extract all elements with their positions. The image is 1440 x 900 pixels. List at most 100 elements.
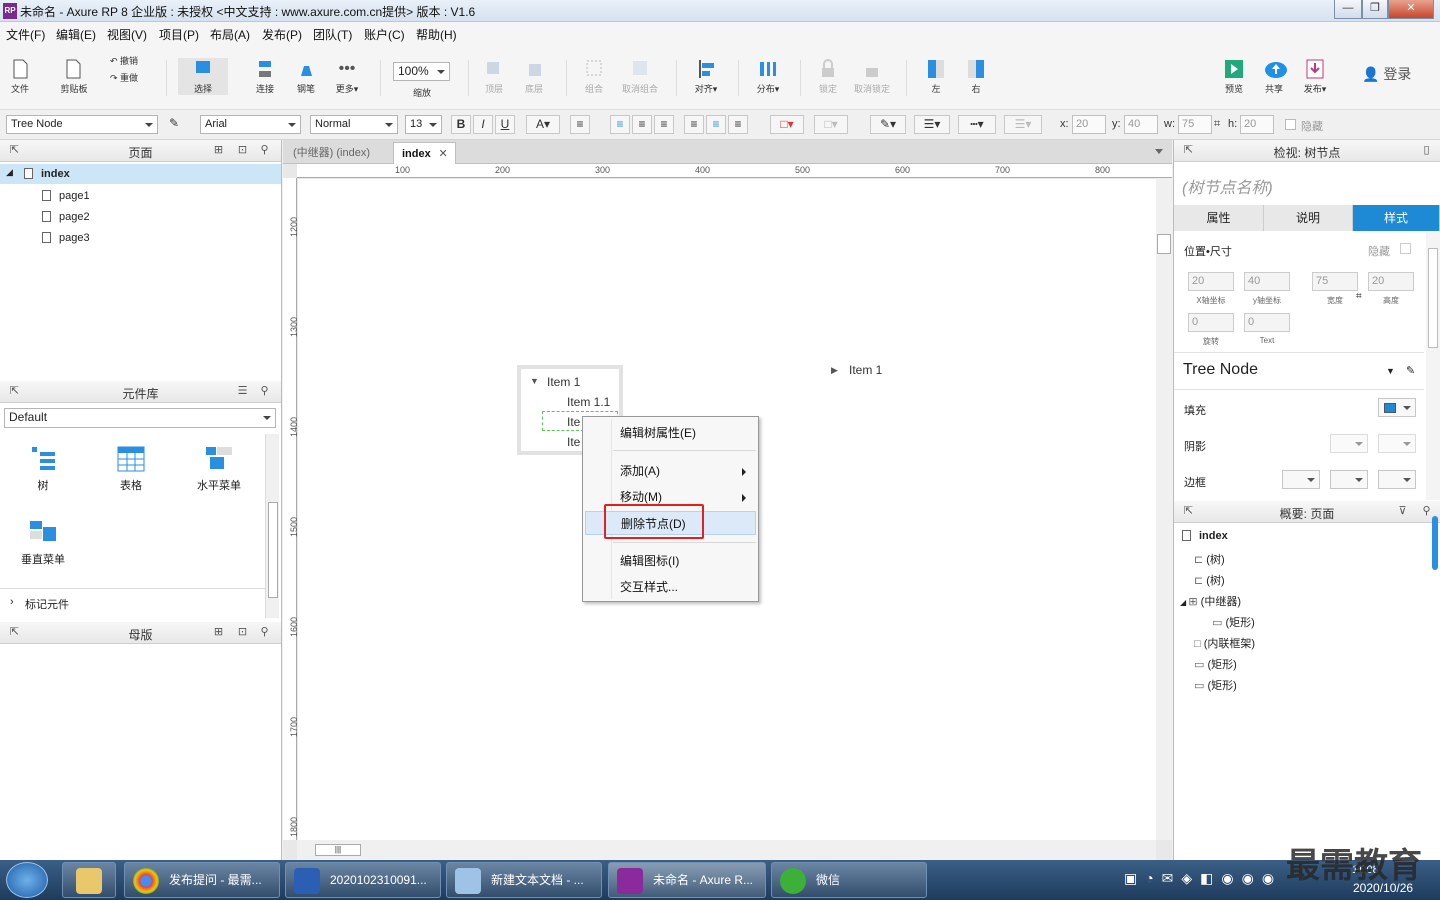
align-left-button[interactable]: ≡ — [610, 115, 630, 134]
tab-repeater[interactable]: (中继器) (index) — [285, 142, 378, 164]
add-master-icon[interactable]: ⊞ — [212, 626, 225, 639]
italic-button[interactable]: I — [473, 115, 493, 134]
canvas-horizontal-scrollbar[interactable]: ||| — [297, 840, 1156, 860]
align-button[interactable]: 对齐▾ — [688, 58, 724, 95]
style-editor-icon[interactable]: ✎ — [164, 115, 184, 134]
line-width-button[interactable]: ☰▾ — [914, 115, 950, 134]
x-input[interactable]: 20 — [1072, 115, 1106, 134]
outline-item[interactable]: ⊏ (树) — [1194, 572, 1225, 588]
style-dropdown-icon[interactable]: ▼ — [1386, 366, 1395, 376]
taskbar-notepad[interactable]: 新建文本文档 - ... — [446, 862, 602, 898]
scrollbar-thumb[interactable] — [268, 502, 278, 598]
line-style-button[interactable]: ┅▾ — [958, 115, 996, 134]
ungroup-button[interactable]: 取消组合 — [616, 58, 664, 95]
page-item-page2[interactable]: page2 — [42, 211, 90, 223]
line-color-button[interactable]: ✎▾ — [870, 115, 906, 134]
menu-interaction-styles[interactable]: 交互样式... — [585, 575, 756, 599]
font-color-button[interactable]: A▾ — [526, 115, 560, 134]
menu-team[interactable]: 团队(T) — [313, 26, 352, 43]
minimize-button[interactable]: — — [1334, 0, 1362, 19]
close-tab-icon[interactable]: ✕ — [439, 143, 448, 165]
tree-node-child[interactable]: Ite — [567, 415, 580, 429]
outline-item[interactable]: ⊏ (树) — [1194, 551, 1225, 567]
expand-arrow-icon[interactable]: ◢ — [6, 167, 13, 178]
valign-middle-button[interactable]: ≡ — [706, 115, 726, 134]
taskbar-wechat[interactable]: 微信 — [771, 862, 927, 898]
add-page-icon[interactable]: ⊞ — [212, 144, 225, 157]
taskbar-word[interactable]: 2020102310091... — [285, 862, 441, 898]
outline-item[interactable]: ▭ (矩形) — [1194, 677, 1237, 693]
tabs-dropdown-icon[interactable] — [1155, 149, 1163, 154]
bold-button[interactable]: B — [451, 115, 471, 134]
h-input[interactable]: 20 — [1368, 272, 1414, 291]
unlock-button[interactable]: 取消锁定 — [852, 58, 892, 95]
outline-item[interactable]: index — [1182, 530, 1228, 542]
expand-arrow-icon[interactable]: ▼ — [530, 376, 539, 386]
library-item-tree[interactable]: 树 — [8, 444, 78, 493]
redo-button[interactable]: ↷ 重做 — [110, 71, 150, 84]
x-input[interactable]: 20 — [1188, 272, 1234, 291]
tab-style[interactable]: 样式 — [1353, 205, 1440, 231]
font-family-select[interactable]: Arial — [200, 115, 301, 134]
system-tray-icons[interactable]: ▣◔✉◈◧◉◉◉ — [1124, 870, 1304, 890]
clipboard-button[interactable]: 剪贴板 — [56, 58, 92, 95]
filter-icon[interactable]: ⊽ — [1396, 505, 1409, 518]
hidden-checkbox[interactable] — [1400, 243, 1411, 254]
y-input[interactable]: 40 — [1124, 115, 1158, 134]
more-button[interactable]: ••• 更多▾ — [330, 58, 364, 95]
right-panel-toggle[interactable]: 右 — [962, 58, 990, 95]
menu-file[interactable]: 文件(F) — [6, 26, 45, 43]
taskbar-chrome[interactable]: 发布提问 - 最需... — [124, 862, 280, 898]
hidden-checkbox[interactable] — [1285, 119, 1296, 130]
add-folder-icon[interactable]: ⊡ — [236, 144, 249, 157]
tab-notes[interactable]: 说明 — [1264, 205, 1353, 231]
search-icon[interactable]: ⚲ — [258, 626, 271, 639]
menu-icon[interactable]: ☰ — [236, 385, 249, 398]
outline-item[interactable]: ▭ (矩形) — [1194, 656, 1237, 672]
lock-button[interactable]: 锁定 — [814, 58, 842, 95]
y-input[interactable]: 40 — [1244, 272, 1290, 291]
library-item-vmenu[interactable]: 垂直菜单 — [8, 518, 78, 567]
inner-shadow-picker[interactable] — [1378, 434, 1416, 453]
add-folder-icon[interactable]: ⊡ — [236, 626, 249, 639]
bullet-list-button[interactable]: ≡ — [570, 115, 590, 134]
taskbar-explorer[interactable] — [62, 862, 116, 898]
fill-color-button[interactable]: □▾ — [770, 115, 804, 134]
align-center-button[interactable]: ≡ — [632, 115, 652, 134]
style-edit-icon[interactable]: ✎ — [1406, 364, 1415, 377]
menu-add[interactable]: 添加(A) — [585, 459, 756, 483]
canvas-vertical-scrollbar[interactable] — [1156, 178, 1172, 840]
outline-item[interactable]: □ (内联框架) — [1194, 635, 1255, 651]
library-scrollbar[interactable] — [265, 434, 279, 618]
valign-bottom-button[interactable]: ≡ — [728, 115, 748, 134]
menu-account[interactable]: 账户(C) — [364, 26, 405, 43]
menu-edit-tree-props[interactable]: 编辑树属性(E) — [585, 421, 756, 445]
start-button[interactable] — [6, 862, 48, 898]
search-icon[interactable]: ⚲ — [258, 385, 271, 398]
node-name-input[interactable]: (树节点名称) — [1182, 174, 1273, 198]
outer-shadow-picker[interactable] — [1330, 434, 1368, 453]
undo-button[interactable]: ↶ 撤销 — [110, 54, 150, 67]
pen-button[interactable]: 钢笔 — [292, 58, 320, 95]
menu-edit[interactable]: 编辑(E) — [56, 26, 96, 43]
rotate-input[interactable]: 0 — [1188, 313, 1234, 332]
outline-item[interactable]: ▭ (矩形) — [1212, 614, 1255, 630]
menu-publish[interactable]: 发布(P) — [262, 26, 302, 43]
scrollbar-thumb[interactable] — [1157, 234, 1171, 254]
tab-properties[interactable]: 属性 — [1174, 205, 1264, 231]
left-panel-toggle[interactable]: 左 — [922, 58, 950, 95]
menu-edit-icon[interactable]: 编辑图标(I) — [585, 549, 756, 573]
aspect-lock-icon[interactable]: ⌗ — [1356, 291, 1362, 302]
connect-button[interactable]: 连接 — [250, 58, 280, 95]
zoom-select[interactable]: 100% — [393, 62, 450, 81]
scrollbar-thumb[interactable] — [1428, 248, 1438, 348]
page-item-page3[interactable]: page3 — [42, 232, 90, 244]
border-color-picker[interactable] — [1330, 470, 1368, 489]
share-button[interactable]: 共享 — [1260, 58, 1288, 95]
border-style-picker[interactable] — [1378, 470, 1416, 489]
library-item-hmenu[interactable]: 水平菜单 — [184, 444, 254, 493]
publish-button[interactable]: 发布▾ — [1298, 58, 1332, 95]
shadow-button[interactable]: □▾ — [814, 115, 848, 134]
tree-node-child[interactable]: Ite — [567, 435, 580, 449]
align-right-button[interactable]: ≡ — [654, 115, 674, 134]
